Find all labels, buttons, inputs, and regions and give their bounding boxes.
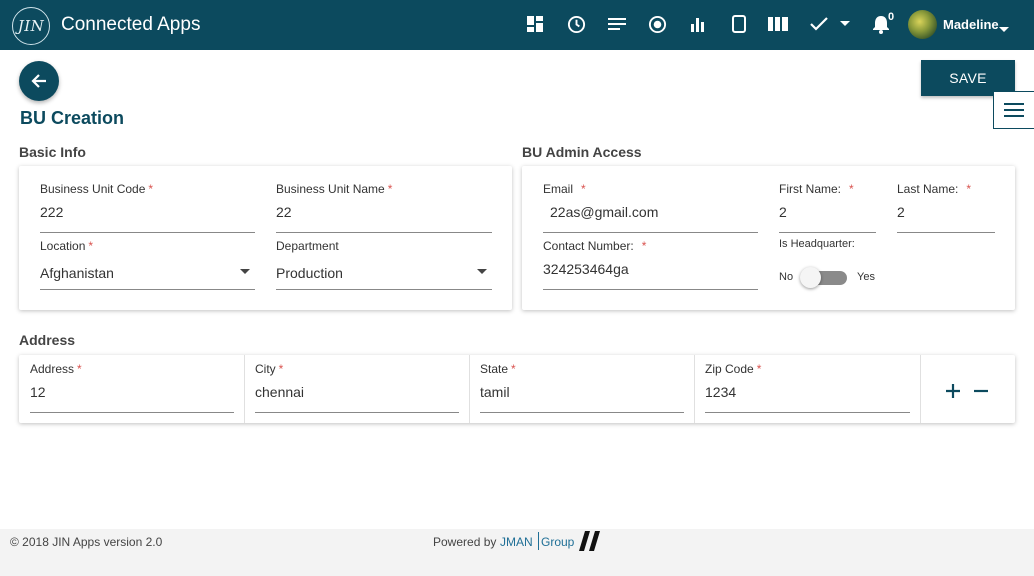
basic-info-title: Basic Info bbox=[19, 144, 86, 160]
dropdown-arrow-icon[interactable] bbox=[477, 269, 487, 275]
business-unit-code-field[interactable]: Business Unit Code * 222 bbox=[40, 180, 255, 233]
email-label: Email * bbox=[543, 182, 586, 196]
target-icon[interactable] bbox=[647, 14, 667, 34]
contact-number-field[interactable]: Contact Number: * 324253464ga bbox=[543, 237, 758, 290]
menu-button[interactable] bbox=[993, 91, 1034, 129]
first-name-field[interactable]: First Name: * 2 bbox=[779, 180, 876, 233]
top-navbar: JIN Connected Apps 0 Madeline bbox=[0, 0, 1034, 50]
copyright-text: © 2018 JIN Apps version 2.0 bbox=[10, 535, 163, 549]
state-label: State * bbox=[480, 362, 516, 376]
tablet-icon[interactable] bbox=[729, 14, 749, 34]
toggle-knob[interactable] bbox=[800, 267, 821, 288]
bar-chart-icon[interactable] bbox=[688, 14, 708, 34]
city-label: City * bbox=[255, 362, 284, 376]
city-input[interactable]: chennai bbox=[255, 384, 304, 400]
hamburger-icon bbox=[1004, 103, 1024, 117]
business-unit-code-input[interactable]: 222 bbox=[40, 204, 63, 220]
zip-code-label: Zip Code * bbox=[705, 362, 762, 376]
toggle-no-label: No bbox=[779, 271, 794, 283]
columns-icon[interactable] bbox=[768, 14, 788, 34]
is-headquarter-label: Is Headquarter: bbox=[779, 238, 855, 250]
notification-count: 0 bbox=[888, 11, 895, 23]
address-title: Address bbox=[19, 332, 76, 348]
department-select[interactable]: Department Production bbox=[276, 237, 492, 290]
check-menu-icon[interactable] bbox=[810, 14, 852, 34]
last-name-label: Last Name: * bbox=[897, 182, 972, 196]
address-field[interactable]: Address * 12 bbox=[30, 360, 234, 413]
email-field[interactable]: Email * 22as@gmail.com bbox=[543, 180, 758, 233]
state-field[interactable]: State * tamil bbox=[480, 360, 684, 413]
arrow-left-icon bbox=[31, 74, 46, 88]
brand-primary[interactable]: JMAN bbox=[500, 535, 533, 549]
last-name-input[interactable]: 2 bbox=[897, 204, 905, 220]
last-name-field[interactable]: Last Name: * 2 bbox=[897, 180, 995, 233]
contact-number-label: Contact Number: * bbox=[543, 239, 647, 253]
remove-address-button[interactable] bbox=[971, 380, 991, 402]
dashboard-icon[interactable] bbox=[525, 14, 545, 34]
back-button[interactable] bbox=[19, 61, 59, 101]
location-select[interactable]: Location * Afghanistan bbox=[40, 237, 255, 290]
dropdown-arrow-icon[interactable] bbox=[240, 269, 250, 275]
city-field[interactable]: City * chennai bbox=[255, 360, 459, 413]
business-unit-name-field[interactable]: Business Unit Name * 22 bbox=[276, 180, 492, 233]
business-unit-code-label: Business Unit Code * bbox=[40, 182, 154, 196]
plus-icon bbox=[946, 384, 960, 398]
powered-by-text: Powered by bbox=[433, 535, 497, 549]
department-label: Department bbox=[276, 239, 339, 253]
chevron-down-icon[interactable] bbox=[999, 20, 1009, 38]
clock-icon[interactable] bbox=[566, 14, 586, 34]
brand-secondary[interactable]: Group bbox=[541, 535, 574, 549]
email-input[interactable]: 22as@gmail.com bbox=[550, 204, 658, 220]
username[interactable]: Madeline bbox=[943, 17, 999, 32]
location-label: Location * bbox=[40, 239, 94, 253]
minus-icon bbox=[974, 389, 988, 393]
page-title: BU Creation bbox=[20, 108, 125, 128]
first-name-input[interactable]: 2 bbox=[779, 204, 787, 220]
location-value[interactable]: Afghanistan bbox=[40, 265, 114, 281]
zip-code-input[interactable]: 1234 bbox=[705, 384, 736, 400]
address-input[interactable]: 12 bbox=[30, 384, 46, 400]
business-unit-name-label: Business Unit Name * bbox=[276, 182, 393, 196]
address-label: Address * bbox=[30, 362, 82, 376]
contact-number-input[interactable]: 324253464ga bbox=[543, 261, 629, 277]
business-unit-name-input[interactable]: 22 bbox=[276, 204, 292, 220]
bu-admin-access-title: BU Admin Access bbox=[522, 144, 642, 160]
list-icon[interactable] bbox=[607, 14, 627, 34]
toggle-yes-label: Yes bbox=[857, 271, 875, 283]
first-name-label: First Name: * bbox=[779, 182, 854, 196]
app-logo[interactable]: JIN bbox=[12, 7, 50, 45]
add-address-button[interactable] bbox=[943, 380, 963, 402]
brand-logo-icon bbox=[579, 531, 600, 551]
state-input[interactable]: tamil bbox=[480, 384, 510, 400]
app-title: Connected Apps bbox=[61, 14, 201, 35]
department-value[interactable]: Production bbox=[276, 265, 343, 281]
zip-code-field[interactable]: Zip Code * 1234 bbox=[705, 360, 910, 413]
avatar[interactable] bbox=[908, 10, 937, 39]
brand-separator bbox=[538, 532, 539, 550]
